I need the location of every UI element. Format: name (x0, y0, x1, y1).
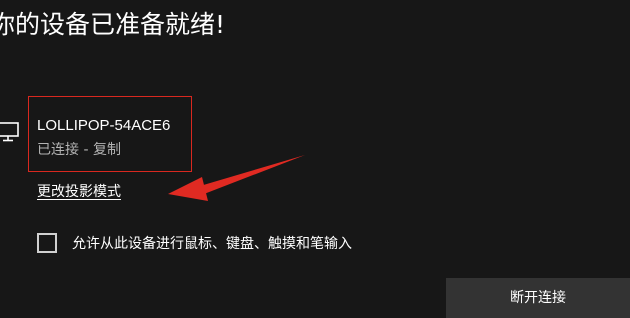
page-title: 你的设备已准备就绪! (0, 10, 226, 39)
allow-input-label: 允许从此设备进行鼠标、键盘、触摸和笔输入 (72, 236, 352, 252)
device-status: 已连接 - 复制 (37, 142, 121, 158)
allow-input-checkbox[interactable] (37, 233, 57, 253)
change-projection-mode-link[interactable]: 更改投影模式 (37, 182, 121, 202)
device-name: LOLLIPOP-54ACE6 (37, 117, 171, 134)
disconnect-button[interactable]: 断开连接 (446, 278, 630, 318)
annotation-arrow (168, 155, 305, 201)
monitor-icon (0, 120, 20, 144)
